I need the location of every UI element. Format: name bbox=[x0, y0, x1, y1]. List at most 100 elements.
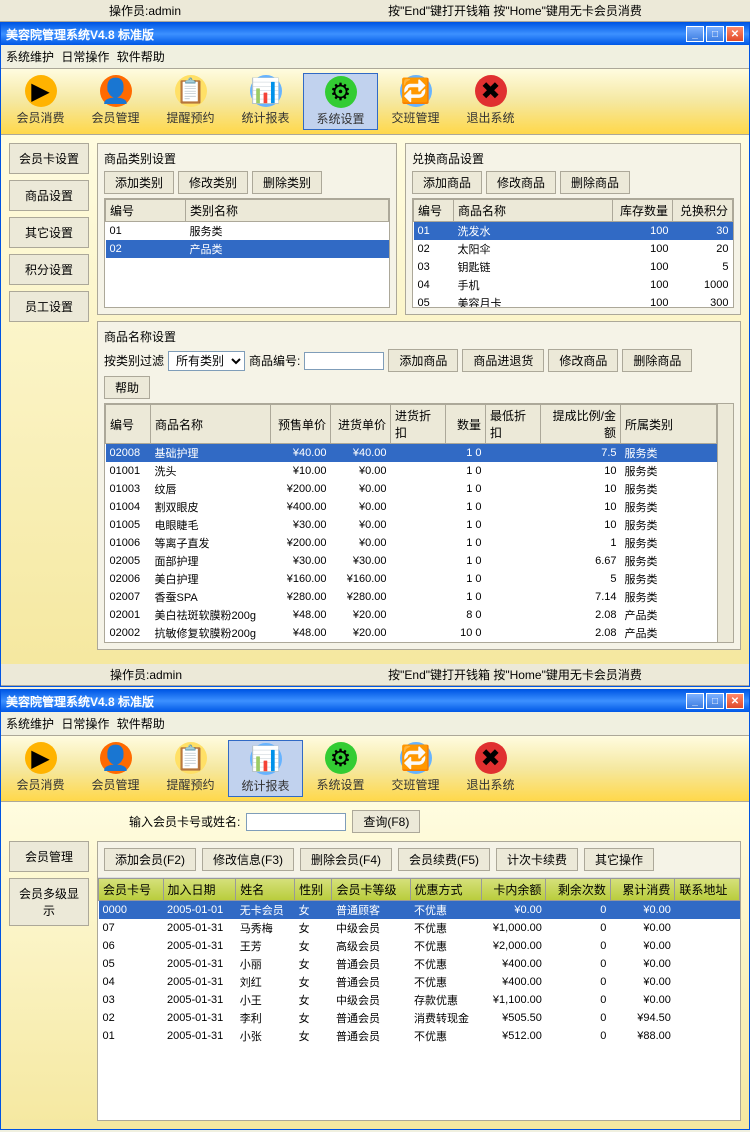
table-row[interactable]: 02005面部护理¥30.00¥30.001 06.67服务类 bbox=[106, 552, 717, 570]
table-row[interactable]: 01003纹唇¥200.00¥0.001 010服务类 bbox=[106, 480, 717, 498]
table-row[interactable]: 02太阳伞10020 bbox=[414, 240, 733, 258]
table-row[interactable]: 04手机1001000 bbox=[414, 276, 733, 294]
table-row[interactable]: 02007香蚕SPA¥280.00¥280.001 07.14服务类 bbox=[106, 588, 717, 606]
menu-daily[interactable]: 日常操作 bbox=[61, 50, 109, 64]
table-row[interactable]: 052005-01-31小丽女普通会员不优惠¥400.000¥0.00 bbox=[99, 955, 740, 973]
table-row[interactable]: 012005-01-31小张女普通会员不优惠¥512.000¥88.00 bbox=[99, 1027, 740, 1045]
window-2: 美容院管理系统V4.8 标准版 _ □ ✕ 系统维护 日常操作 软件帮助 ▶会员… bbox=[0, 689, 750, 1130]
window-title: 美容院管理系统V4.8 标准版 bbox=[6, 26, 154, 43]
close-button[interactable]: ✕ bbox=[726, 26, 744, 42]
search-input[interactable] bbox=[246, 813, 346, 831]
tool-remind[interactable]: 📋提醒预约 bbox=[153, 73, 228, 130]
side-points-settings[interactable]: 积分设置 bbox=[9, 254, 89, 285]
side-staff-settings[interactable]: 员工设置 bbox=[9, 291, 89, 322]
product-return-button[interactable]: 商品进退货 bbox=[462, 349, 544, 372]
product-table[interactable]: 编号 商品名称 预售单价 进货单价 进货折扣 数量 最低折扣 提成比例/金额 所… bbox=[105, 404, 717, 642]
col-cat-name: 类别名称 bbox=[186, 200, 389, 222]
tool-report[interactable]: 📊统计报表 bbox=[228, 740, 303, 797]
status-bar-top: 操作员:admin 按"End"键打开钱箱 按"Home"键用无卡会员消费 bbox=[0, 0, 750, 22]
category-table[interactable]: 编号 类别名称 01服务类02产品类 bbox=[105, 199, 389, 258]
product-panel: 商品名称设置 按类别过滤 所有类别 商品编号: 添加商品 商品进退货 修改商品 … bbox=[97, 321, 741, 650]
status-bar-bottom: 操作员:admin 按"End"键打开钱箱 按"Home"键用无卡会员消费 bbox=[1, 664, 749, 686]
search-button[interactable]: 查询(F8) bbox=[352, 810, 420, 833]
titlebar: 美容院管理系统V4.8 标准版 _ □ ✕ bbox=[1, 690, 749, 712]
tool-consume[interactable]: ▶会员消费 bbox=[3, 73, 78, 130]
side-member-mgmt[interactable]: 会员管理 bbox=[9, 841, 89, 872]
table-row[interactable]: 01服务类 bbox=[106, 222, 389, 241]
add-product-button[interactable]: 添加商品 bbox=[388, 349, 458, 372]
delete-category-button[interactable]: 删除类别 bbox=[252, 171, 322, 194]
table-row[interactable]: 01001洗头¥10.00¥0.001 010服务类 bbox=[106, 462, 717, 480]
tool-settings[interactable]: ⚙系统设置 bbox=[303, 73, 378, 130]
status-hint: 按"End"键打开钱箱 按"Home"键用无卡会员消费 bbox=[285, 2, 745, 19]
add-category-button[interactable]: 添加类别 bbox=[104, 171, 174, 194]
renew-member-button[interactable]: 会员续费(F5) bbox=[398, 848, 490, 871]
tool-exit[interactable]: ✖退出系统 bbox=[453, 740, 528, 797]
search-label: 输入会员卡号或姓名: bbox=[129, 813, 240, 830]
exchange-table[interactable]: 编号 商品名称 库存数量 兑换积分 01洗发水1003002太阳伞1002003… bbox=[413, 199, 733, 308]
minimize-button[interactable]: _ bbox=[686, 26, 704, 42]
add-exchange-button[interactable]: 添加商品 bbox=[412, 171, 482, 194]
menu-system[interactable]: 系统维护 bbox=[6, 50, 54, 64]
delete-member-button[interactable]: 删除会员(F4) bbox=[300, 848, 392, 871]
tool-remind[interactable]: 📋提醒预约 bbox=[153, 740, 228, 797]
sidebar: 会员卡设置 商品设置 其它设置 积分设置 员工设置 bbox=[9, 143, 89, 656]
table-row[interactable]: 01006等离子直发¥200.00¥0.001 01服务类 bbox=[106, 534, 717, 552]
table-row[interactable]: 02002抗敏修复软膜粉200g¥48.00¥20.0010 02.08产品类 bbox=[106, 624, 717, 642]
tool-shift[interactable]: 🔁交班管理 bbox=[378, 73, 453, 130]
tool-shift[interactable]: 🔁交班管理 bbox=[378, 740, 453, 797]
tool-report[interactable]: 📊统计报表 bbox=[228, 73, 303, 130]
category-filter-select[interactable]: 所有类别 bbox=[168, 351, 245, 371]
side-card-settings[interactable]: 会员卡设置 bbox=[9, 143, 89, 174]
table-row[interactable]: 01005电眼睫毛¥30.00¥0.001 010服务类 bbox=[106, 516, 717, 534]
product-code-input[interactable] bbox=[304, 352, 384, 370]
table-row[interactable]: 00002005-01-01无卡会员女普通顾客不优惠¥0.000¥0.00 bbox=[99, 901, 740, 920]
scrollbar[interactable] bbox=[717, 404, 733, 642]
member-table[interactable]: 会员卡号 加入日期 姓名 性别 会员卡等级 优惠方式 卡内余额 剩余次数 累计消… bbox=[98, 878, 740, 1045]
window-1: 美容院管理系统V4.8 标准版 _ □ ✕ 系统维护 日常操作 软件帮助 ▶会员… bbox=[0, 22, 750, 687]
tool-member[interactable]: 👤会员管理 bbox=[78, 73, 153, 130]
other-ops-button[interactable]: 其它操作 bbox=[584, 848, 654, 871]
help-button[interactable]: 帮助 bbox=[104, 376, 150, 399]
table-row[interactable]: 02001美白祛斑软膜粉200g¥48.00¥20.008 02.08产品类 bbox=[106, 606, 717, 624]
table-row[interactable]: 02006美白护理¥160.00¥160.001 05服务类 bbox=[106, 570, 717, 588]
delete-product-button[interactable]: 删除商品 bbox=[622, 349, 692, 372]
menu-help[interactable]: 软件帮助 bbox=[117, 50, 165, 64]
menu-help[interactable]: 软件帮助 bbox=[117, 717, 165, 731]
edit-member-button[interactable]: 修改信息(F3) bbox=[202, 848, 294, 871]
delete-exchange-button[interactable]: 删除商品 bbox=[560, 171, 630, 194]
col-ex-name: 商品名称 bbox=[454, 200, 613, 222]
renew-count-button[interactable]: 计次卡续费 bbox=[496, 848, 578, 871]
maximize-button[interactable]: □ bbox=[706, 26, 724, 42]
menu-system[interactable]: 系统维护 bbox=[6, 717, 54, 731]
maximize-button[interactable]: □ bbox=[706, 693, 724, 709]
edit-exchange-button[interactable]: 修改商品 bbox=[486, 171, 556, 194]
table-row[interactable]: 02008基础护理¥40.00¥40.001 07.5服务类 bbox=[106, 444, 717, 463]
table-row[interactable]: 072005-01-31马秀梅女中级会员不优惠¥1,000.000¥0.00 bbox=[99, 919, 740, 937]
exchange-panel: 兑换商品设置 添加商品 修改商品 删除商品 编号 商品名称 库存数量 兑换积分 bbox=[405, 143, 741, 315]
tool-member[interactable]: 👤会员管理 bbox=[78, 740, 153, 797]
side-product-settings[interactable]: 商品设置 bbox=[9, 180, 89, 211]
table-row[interactable]: 01004割双眼皮¥400.00¥0.001 010服务类 bbox=[106, 498, 717, 516]
tool-consume[interactable]: ▶会员消费 bbox=[3, 740, 78, 797]
table-row[interactable]: 01洗发水10030 bbox=[414, 222, 733, 241]
table-row[interactable]: 032005-01-31小王女中级会员存款优惠¥1,100.000¥0.00 bbox=[99, 991, 740, 1009]
filter-label: 按类别过滤 bbox=[104, 352, 164, 369]
table-row[interactable]: 03钥匙链1005 bbox=[414, 258, 733, 276]
add-member-button[interactable]: 添加会员(F2) bbox=[104, 848, 196, 871]
table-row[interactable]: 062005-01-31王芳女高级会员不优惠¥2,000.000¥0.00 bbox=[99, 937, 740, 955]
member-panel: 添加会员(F2) 修改信息(F3) 删除会员(F4) 会员续费(F5) 计次卡续… bbox=[97, 841, 741, 1121]
table-row[interactable]: 022005-01-31李利女普通会员消费转现金¥505.500¥94.50 bbox=[99, 1009, 740, 1027]
tool-exit[interactable]: ✖退出系统 bbox=[453, 73, 528, 130]
table-row[interactable]: 05美容月卡100300 bbox=[414, 294, 733, 308]
side-other-settings[interactable]: 其它设置 bbox=[9, 217, 89, 248]
close-button[interactable]: ✕ bbox=[726, 693, 744, 709]
minimize-button[interactable]: _ bbox=[686, 693, 704, 709]
edit-product-button[interactable]: 修改商品 bbox=[548, 349, 618, 372]
side-member-tree[interactable]: 会员多级显示 bbox=[9, 878, 89, 926]
table-row[interactable]: 042005-01-31刘红女普通会员不优惠¥400.000¥0.00 bbox=[99, 973, 740, 991]
tool-settings[interactable]: ⚙系统设置 bbox=[303, 740, 378, 797]
edit-category-button[interactable]: 修改类别 bbox=[178, 171, 248, 194]
table-row[interactable]: 02产品类 bbox=[106, 240, 389, 258]
menu-daily[interactable]: 日常操作 bbox=[61, 717, 109, 731]
